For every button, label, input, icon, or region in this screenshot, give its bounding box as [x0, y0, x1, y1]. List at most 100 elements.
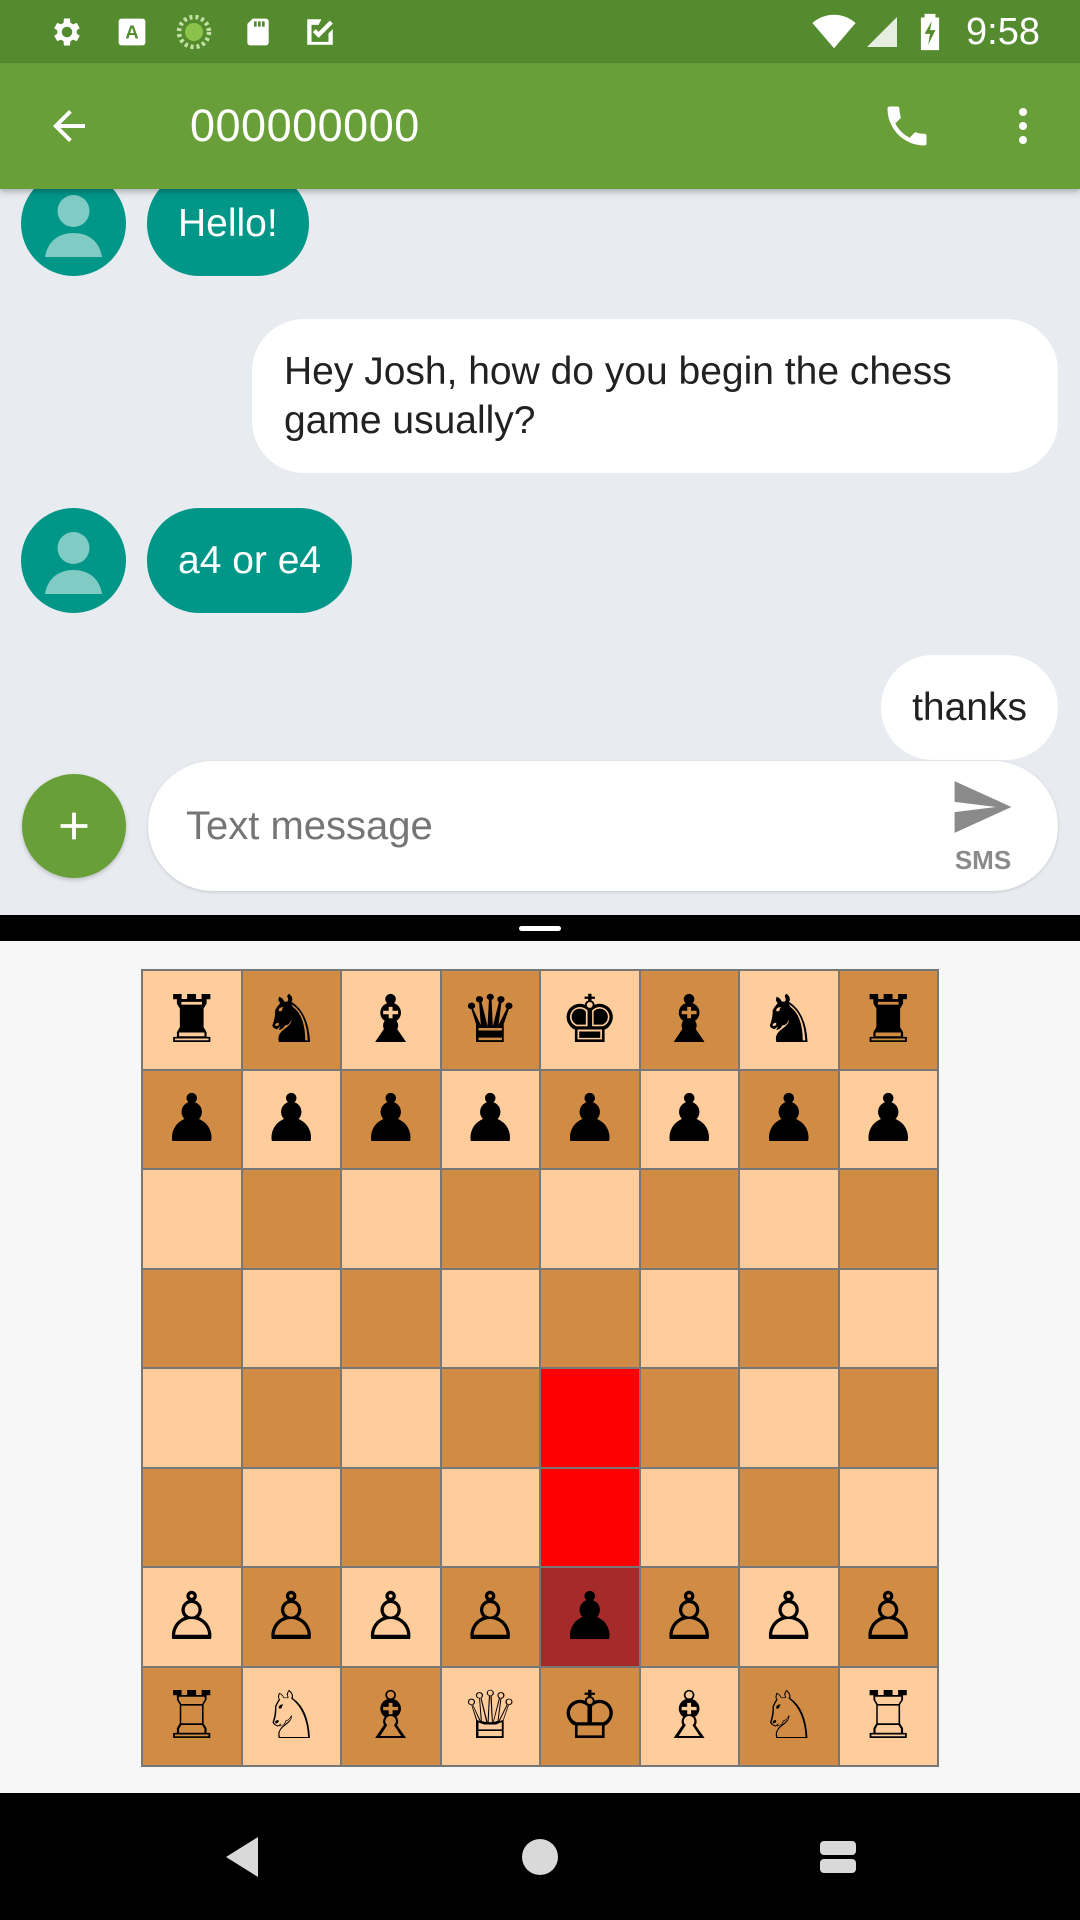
chess-square-e6[interactable]	[541, 1170, 639, 1268]
chess-square-a5[interactable]	[143, 1269, 241, 1367]
chess-square-a4[interactable]	[143, 1369, 241, 1467]
chess-square-d5[interactable]	[441, 1269, 539, 1367]
chess-piece-b8[interactable]: ♞	[262, 986, 321, 1053]
chess-piece-h2[interactable]: ♙	[859, 1583, 918, 1650]
chess-piece-a1[interactable]: ♖	[162, 1683, 221, 1749]
chess-board[interactable]: ♜ ♞ ♝ ♛ ♚ ♝ ♞ ♜ ♟ ♟ ♟ ♟ ♟ ♟ ♟ ♟ ♙ ♙ ♙ ♙ ♟ ♙ ♙ ♙ ♖ ♘ ♗ ♕ ♔ ♗ ♘ ♖	[141, 969, 939, 1767]
chess-square-f3[interactable]	[640, 1468, 738, 1566]
chess-square-h8[interactable]: ♜	[839, 971, 937, 1069]
message-input[interactable]	[186, 791, 846, 861]
chess-square-e4[interactable]	[541, 1369, 639, 1467]
chess-piece-g1[interactable]: ♘	[759, 1683, 818, 1749]
chess-square-e5[interactable]	[541, 1269, 639, 1367]
chess-piece-f2[interactable]: ♙	[660, 1583, 719, 1650]
chess-square-g5[interactable]	[740, 1269, 838, 1367]
nav-home-button[interactable]	[504, 1821, 576, 1893]
chess-square-a7[interactable]: ♟	[143, 1070, 241, 1168]
message-bubble-incoming[interactable]: a4 or e4	[147, 508, 353, 613]
chess-square-b5[interactable]	[242, 1269, 340, 1367]
chess-square-e7[interactable]: ♟	[541, 1070, 639, 1168]
chess-square-d6[interactable]	[441, 1170, 539, 1268]
contact-avatar[interactable]	[21, 508, 126, 613]
chess-square-e3[interactable]	[541, 1468, 639, 1566]
chess-piece-d2[interactable]: ♙	[461, 1583, 520, 1650]
chess-square-e2[interactable]: ♟	[541, 1568, 639, 1666]
chess-piece-b1[interactable]: ♘	[262, 1683, 321, 1749]
chess-piece-d8[interactable]: ♛	[461, 986, 520, 1053]
chess-square-c1[interactable]: ♗	[342, 1667, 440, 1765]
more-options-button[interactable]	[990, 93, 1056, 159]
message-bubble-outgoing[interactable]: thanks	[881, 655, 1058, 760]
chess-square-d8[interactable]: ♛	[441, 971, 539, 1069]
chess-piece-e7[interactable]: ♟	[560, 1086, 619, 1152]
chess-square-d7[interactable]: ♟	[441, 1070, 539, 1168]
chess-piece-a2[interactable]: ♙	[162, 1583, 221, 1650]
chess-square-g8[interactable]: ♞	[740, 971, 838, 1069]
chess-piece-f7[interactable]: ♟	[660, 1086, 719, 1152]
chess-piece-e2[interactable]: ♟	[560, 1583, 619, 1650]
chess-square-c5[interactable]	[342, 1269, 440, 1367]
chess-piece-e8[interactable]: ♚	[560, 986, 619, 1053]
chess-piece-g7[interactable]: ♟	[759, 1086, 818, 1152]
send-button[interactable]: SMS	[938, 777, 1028, 877]
chess-square-e8[interactable]: ♚	[541, 971, 639, 1069]
chess-square-c6[interactable]	[342, 1170, 440, 1268]
chess-piece-b7[interactable]: ♟	[262, 1086, 321, 1152]
chess-piece-h8[interactable]: ♜	[859, 986, 918, 1053]
chess-piece-d1[interactable]: ♕	[461, 1683, 520, 1749]
chess-square-f5[interactable]	[640, 1269, 738, 1367]
chess-square-h4[interactable]	[839, 1369, 937, 1467]
chess-square-d1[interactable]: ♕	[441, 1667, 539, 1765]
chess-square-d2[interactable]: ♙	[441, 1568, 539, 1666]
call-button[interactable]	[874, 93, 940, 159]
chess-square-c8[interactable]: ♝	[342, 971, 440, 1069]
chess-square-b7[interactable]: ♟	[242, 1070, 340, 1168]
chess-square-h7[interactable]: ♟	[839, 1070, 937, 1168]
chess-piece-f1[interactable]: ♗	[660, 1683, 719, 1749]
chess-square-b2[interactable]: ♙	[242, 1568, 340, 1666]
message-bubble-incoming[interactable]: Hello!	[147, 189, 309, 276]
back-button[interactable]	[36, 93, 102, 159]
chess-square-h6[interactable]	[839, 1170, 937, 1268]
chess-square-g1[interactable]: ♘	[740, 1667, 838, 1765]
chess-square-c7[interactable]: ♟	[342, 1070, 440, 1168]
nav-back-button[interactable]	[206, 1821, 278, 1893]
chess-piece-a7[interactable]: ♟	[162, 1086, 221, 1152]
chess-square-f7[interactable]: ♟	[640, 1070, 738, 1168]
chess-piece-c8[interactable]: ♝	[361, 986, 420, 1053]
chess-square-c2[interactable]: ♙	[342, 1568, 440, 1666]
chess-square-a8[interactable]: ♜	[143, 971, 241, 1069]
chess-square-f8[interactable]: ♝	[640, 971, 738, 1069]
chess-piece-f8[interactable]: ♝	[660, 986, 719, 1053]
chess-square-b8[interactable]: ♞	[242, 971, 340, 1069]
chess-square-d4[interactable]	[441, 1369, 539, 1467]
chess-square-g7[interactable]: ♟	[740, 1070, 838, 1168]
chess-square-g6[interactable]	[740, 1170, 838, 1268]
chess-square-g2[interactable]: ♙	[740, 1568, 838, 1666]
nav-recents-button[interactable]	[802, 1821, 874, 1893]
chess-square-b3[interactable]	[242, 1468, 340, 1566]
chess-square-c3[interactable]	[342, 1468, 440, 1566]
chess-square-h1[interactable]: ♖	[839, 1667, 937, 1765]
chess-square-f1[interactable]: ♗	[640, 1667, 738, 1765]
chess-piece-c1[interactable]: ♗	[361, 1683, 420, 1749]
chess-piece-g2[interactable]: ♙	[759, 1583, 818, 1650]
chess-square-f4[interactable]	[640, 1369, 738, 1467]
chess-square-b4[interactable]	[242, 1369, 340, 1467]
chess-piece-e1[interactable]: ♔	[560, 1683, 619, 1749]
attach-button[interactable]	[22, 774, 126, 878]
contact-avatar[interactable]	[21, 189, 126, 276]
chess-piece-c7[interactable]: ♟	[361, 1086, 420, 1152]
message-bubble-outgoing[interactable]: Hey Josh, how do you begin the chess gam…	[252, 319, 1058, 473]
chess-square-g4[interactable]	[740, 1369, 838, 1467]
chess-piece-h1[interactable]: ♖	[859, 1683, 918, 1749]
chess-square-b1[interactable]: ♘	[242, 1667, 340, 1765]
split-divider[interactable]	[0, 915, 1080, 941]
chess-square-c4[interactable]	[342, 1369, 440, 1467]
chess-piece-h7[interactable]: ♟	[859, 1086, 918, 1152]
divider-handle[interactable]	[519, 926, 561, 931]
chess-square-e1[interactable]: ♔	[541, 1667, 639, 1765]
conversation[interactable]: Hello! Hey Josh, how do you begin the ch…	[0, 189, 1080, 915]
chess-square-b6[interactable]	[242, 1170, 340, 1268]
chess-square-h5[interactable]	[839, 1269, 937, 1367]
